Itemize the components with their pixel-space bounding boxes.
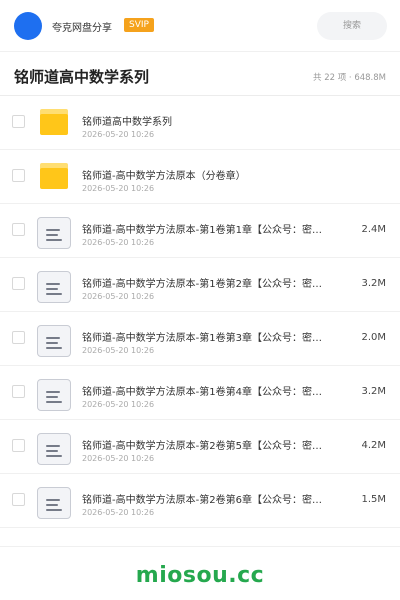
folder-icon <box>40 163 68 189</box>
folder-icon <box>40 109 68 135</box>
row-checkbox[interactable] <box>12 439 25 452</box>
title-bar: 铭师道高中数学系列 共 22 项 · 648.8M <box>0 52 400 96</box>
file-name: 铭师道-高中数学方法原本-第1卷第1章【公众号：密… <box>82 225 322 236</box>
search-button[interactable]: 搜索 <box>317 12 387 40</box>
file-size: 3.2M <box>361 386 386 397</box>
file-date: 2026-05-20 10:26 <box>82 292 155 301</box>
watermark: miosou.cc <box>135 563 265 588</box>
file-row[interactable]: 铭师道-高中数学方法原本-第1卷第2章【公众号：密… 2026-05-20 10:… <box>0 258 400 312</box>
file-name: 铭师道高中数学系列 <box>82 117 172 128</box>
document-icon <box>37 487 71 519</box>
file-row[interactable]: 铭师道-高中数学方法原本-第2卷第6章【公众号：密… 2026-05-20 10:… <box>0 474 400 528</box>
row-checkbox[interactable] <box>12 223 25 236</box>
file-row[interactable]: 铭师道-高中数学方法原本-第1卷第3章【公众号：密… 2026-05-20 10:… <box>0 312 400 366</box>
document-icon <box>37 433 71 465</box>
file-row[interactable]: 铭师道-高中数学方法原本-第2卷第5章【公众号：密… 2026-05-20 10:… <box>0 420 400 474</box>
site-name: 夸克网盘分享 <box>52 23 112 34</box>
file-row[interactable]: 铭师道-高中数学方法原本-第1卷第4章【公众号：密… 2026-05-20 10:… <box>0 366 400 420</box>
footer-divider <box>0 546 400 547</box>
file-name: 铭师道-高中数学方法原本（分卷章） <box>82 171 246 182</box>
file-date: 2026-05-20 10:26 <box>82 184 155 193</box>
row-checkbox[interactable] <box>12 115 25 128</box>
file-name: 铭师道-高中数学方法原本-第1卷第2章【公众号：密… <box>82 279 322 290</box>
file-date: 2026-05-20 10:26 <box>82 346 155 355</box>
file-date: 2026-05-20 10:26 <box>82 130 155 139</box>
row-checkbox[interactable] <box>12 385 25 398</box>
folder-meta: 共 22 项 · 648.8M <box>313 73 386 83</box>
file-size: 3.2M <box>361 278 386 289</box>
row-checkbox[interactable] <box>12 169 25 182</box>
svip-badge: SVIP <box>124 18 154 32</box>
file-name: 铭师道-高中数学方法原本-第1卷第4章【公众号：密… <box>82 387 322 398</box>
file-size: 2.4M <box>361 224 386 235</box>
file-size: 1.5M <box>361 494 386 505</box>
file-date: 2026-05-20 10:26 <box>82 454 155 463</box>
file-list: 铭师道高中数学系列 2026-05-20 10:26 铭师道-高中数学方法原本（分卷… <box>0 96 400 528</box>
file-size: 4.2M <box>361 440 386 451</box>
document-icon <box>37 325 71 357</box>
file-date: 2026-05-20 10:26 <box>82 508 155 517</box>
header: 夸克网盘分享 SVIP 搜索 <box>0 0 400 52</box>
file-size: 2.0M <box>361 332 386 343</box>
document-icon <box>37 217 71 249</box>
file-name: 铭师道-高中数学方法原本-第2卷第6章【公众号：密… <box>82 495 322 506</box>
file-date: 2026-05-20 10:26 <box>82 238 155 247</box>
row-checkbox[interactable] <box>12 493 25 506</box>
row-checkbox[interactable] <box>12 331 25 344</box>
document-icon <box>37 271 71 303</box>
row-checkbox[interactable] <box>12 277 25 290</box>
file-name: 铭师道-高中数学方法原本-第1卷第3章【公众号：密… <box>82 333 322 344</box>
file-row[interactable]: 铭师道-高中数学方法原本-第1卷第1章【公众号：密… 2026-05-20 10:… <box>0 204 400 258</box>
file-row[interactable]: 铭师道-高中数学方法原本（分卷章） 2026-05-20 10:26 <box>0 150 400 204</box>
avatar[interactable] <box>14 12 42 40</box>
file-name: 铭师道-高中数学方法原本-第2卷第5章【公众号：密… <box>82 441 322 452</box>
document-icon <box>37 379 71 411</box>
file-date: 2026-05-20 10:26 <box>82 400 155 409</box>
file-row[interactable]: 铭师道高中数学系列 2026-05-20 10:26 <box>0 96 400 150</box>
page-title: 铭师道高中数学系列 <box>14 68 150 86</box>
